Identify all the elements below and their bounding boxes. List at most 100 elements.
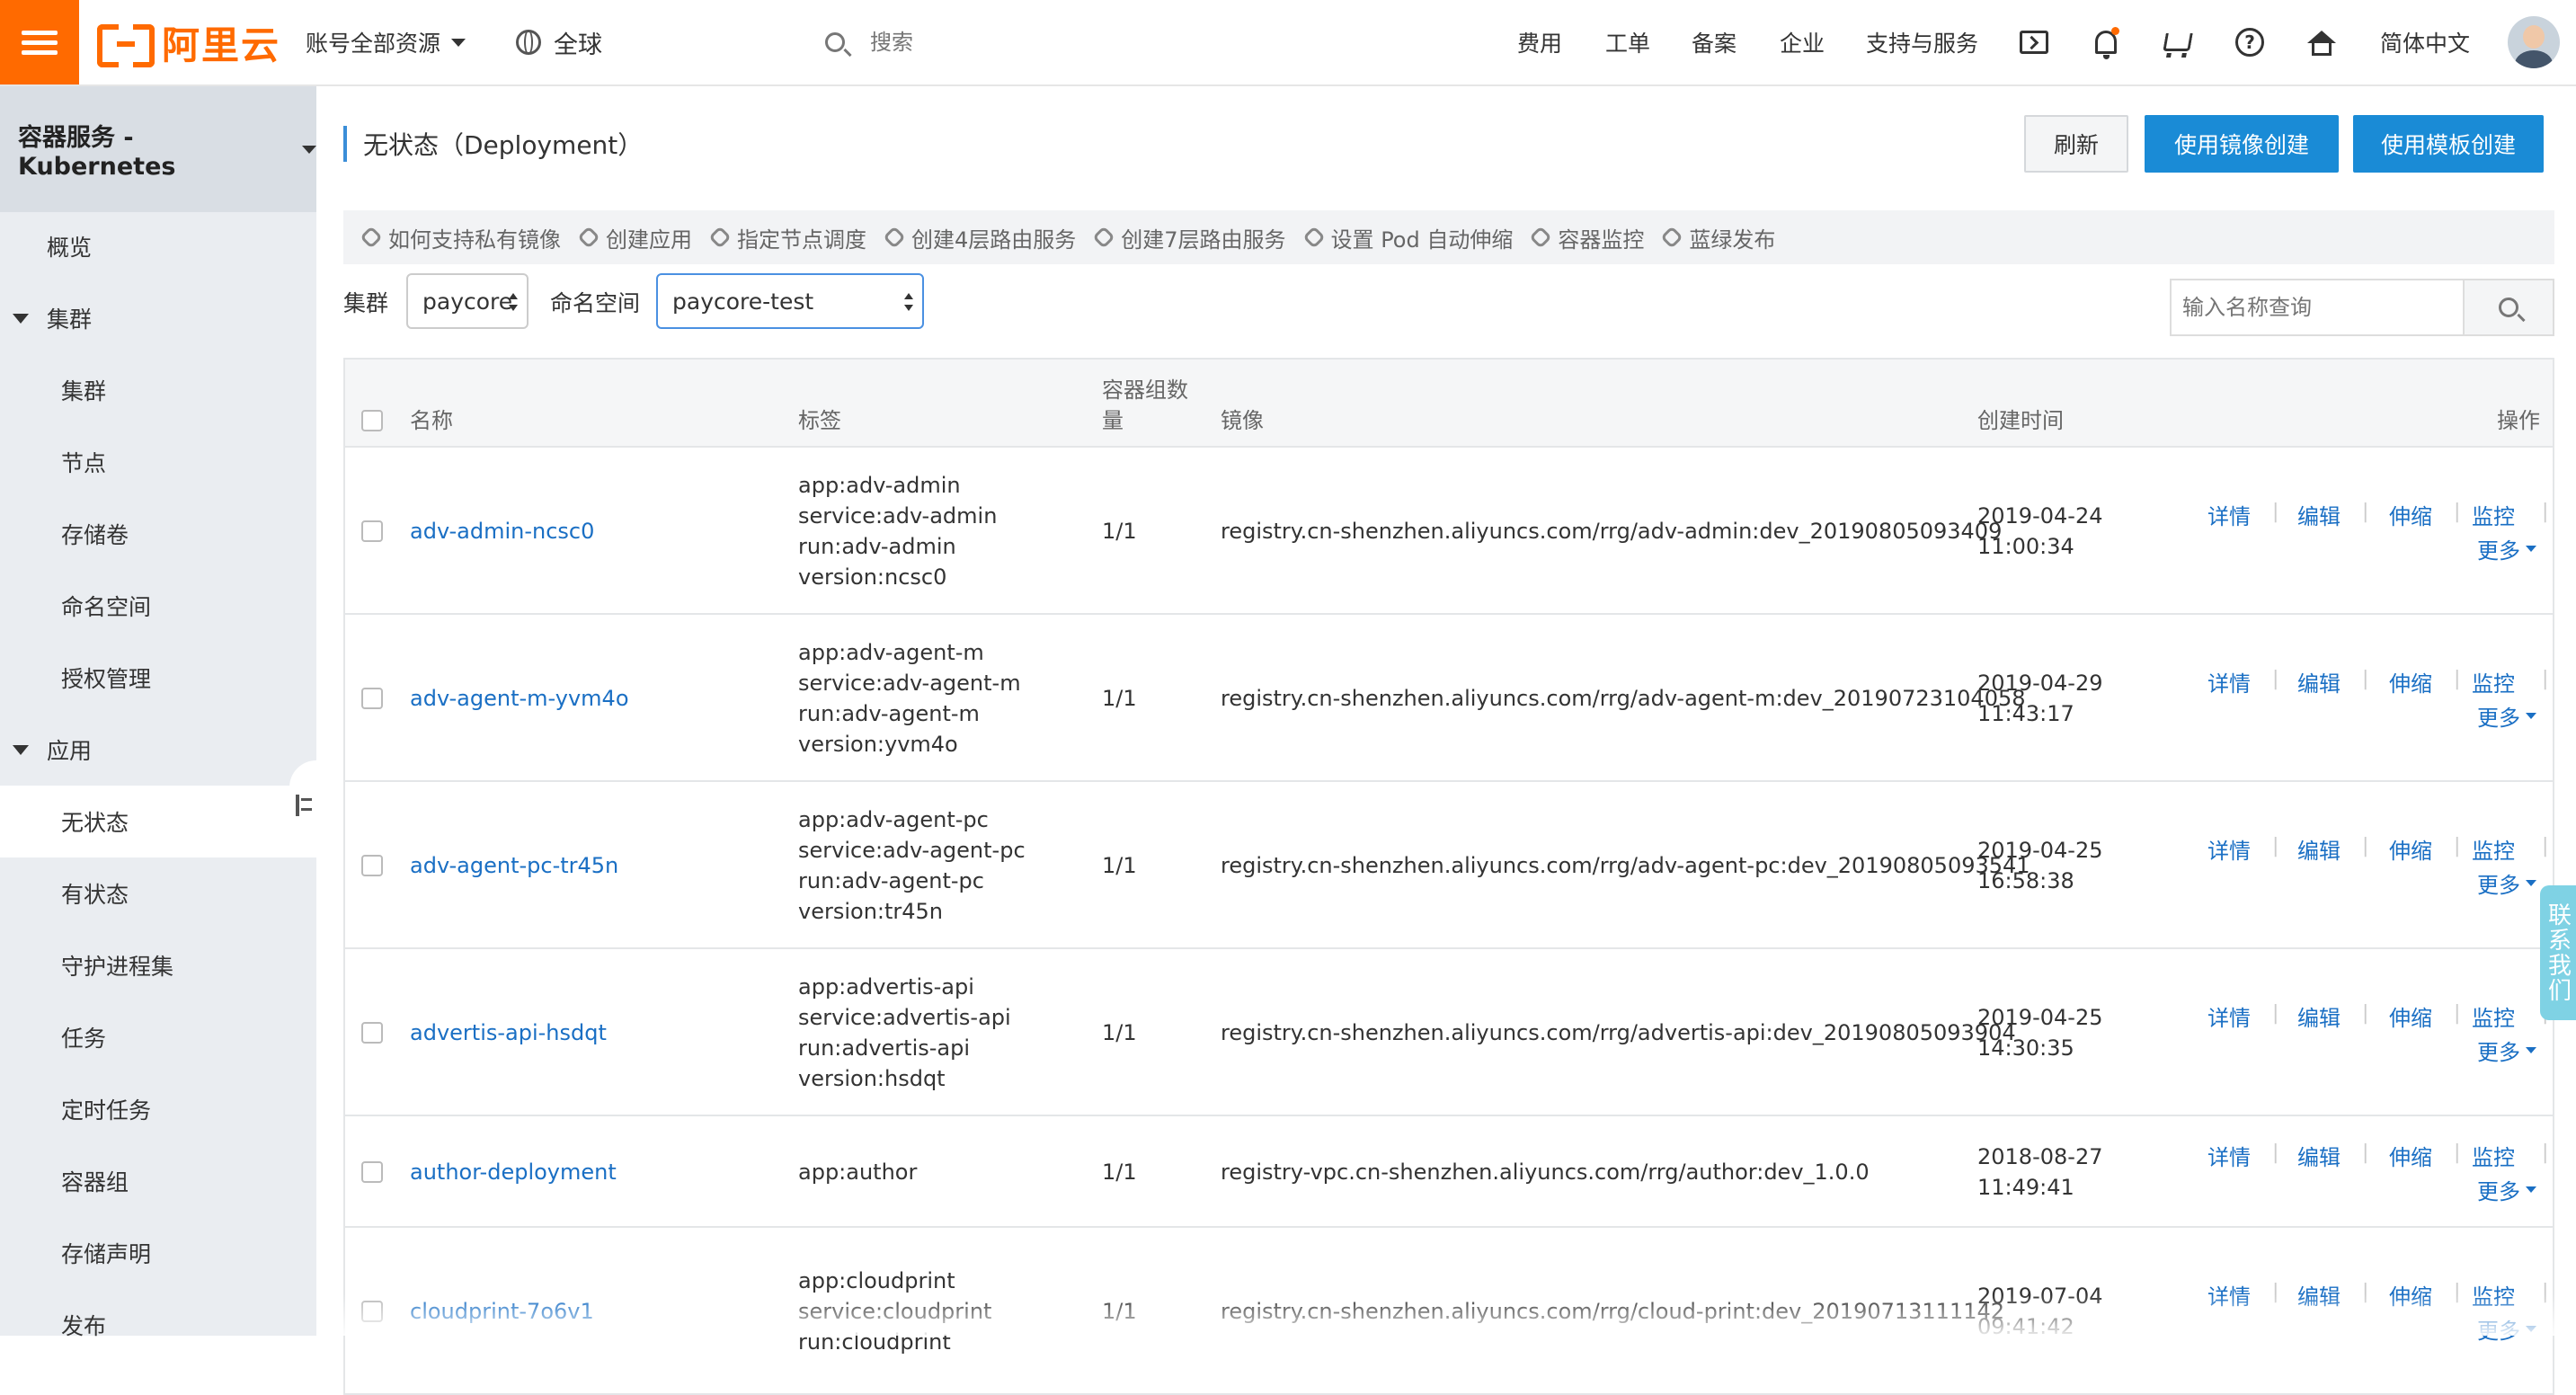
nav-enterprise[interactable]: 企业 [1780,0,1825,84]
help-link-blue-green[interactable]: 蓝绿发布 [1660,222,1775,253]
hamburger-menu-button[interactable] [0,0,79,84]
details-link[interactable]: 详情 [2207,1140,2251,1171]
scale-link[interactable]: 伸缩 [2389,499,2432,530]
row-checkbox[interactable] [361,1022,383,1044]
header-actions: 操作 [2497,408,2540,433]
sidebar-item-volumes[interactable]: 存储卷 [0,498,316,570]
pod-count: 1/1 [1102,1020,1137,1045]
monitor-link[interactable]: 监控 [2472,1140,2515,1171]
sidebar-item-namespaces[interactable]: 命名空间 [0,570,316,642]
sidebar-item-release[interactable]: 发布 [0,1289,316,1361]
monitor-link[interactable]: 监控 [2472,499,2515,530]
scale-link[interactable]: 伸缩 [2389,1000,2432,1032]
create-from-template-button[interactable]: 使用模板创建 [2353,115,2544,173]
sidebar-item-pvcs[interactable]: 存储声明 [0,1217,316,1289]
scale-link[interactable]: 伸缩 [2389,833,2432,865]
sidebar-item-statefulsets[interactable]: 有状态 [0,857,316,929]
action-separator: | [2362,1142,2369,1164]
sidebar-item-overview[interactable]: 概览 [0,210,316,282]
more-actions-dropdown[interactable]: 更多 [2477,700,2536,732]
link-icon [1660,226,1684,249]
help-link-l4-service[interactable]: 创建4层路由服务 [883,222,1076,253]
table-row: author-deployment app:author 1/1 registry-v… [343,1116,2554,1228]
product-switcher[interactable]: 容器服务 - Kubernetes [0,86,316,212]
help-link-autoscaling[interactable]: 设置 Pod 自动伸缩 [1301,222,1513,253]
label-tag: service:adv-admin [798,503,998,529]
create-from-image-button[interactable]: 使用镜像创建 [2145,115,2339,173]
nav-icp[interactable]: 备案 [1692,0,1737,84]
sidebar-group-application[interactable]: 应用 [0,714,316,786]
monitor-link[interactable]: 监控 [2472,666,2515,698]
language-selector[interactable]: 简体中文 [2380,0,2470,84]
edit-link[interactable]: 编辑 [2297,1140,2341,1171]
more-actions-dropdown[interactable]: 更多 [2477,1174,2536,1205]
help-link-node-scheduling[interactable]: 指定节点调度 [708,222,866,253]
help-link-create-app[interactable]: 创建应用 [577,222,692,253]
row-checkbox[interactable] [361,1161,383,1183]
cloud-shell-button[interactable] [2017,25,2051,59]
row-checkbox[interactable] [361,688,383,709]
refresh-button[interactable]: 刷新 [2024,115,2128,173]
row-checkbox[interactable] [361,855,383,876]
more-actions-dropdown[interactable]: 更多 [2477,533,2536,564]
sidebar-item-nodes[interactable]: 节点 [0,426,316,498]
details-link[interactable]: 详情 [2207,833,2251,865]
more-actions-dropdown[interactable]: 更多 [2477,1035,2536,1066]
details-link[interactable]: 详情 [2207,666,2251,698]
help-link-l7-service[interactable]: 创建7层路由服务 [1092,222,1286,253]
name-search-input[interactable] [2170,279,2465,336]
terminal-icon [2020,31,2048,54]
help-button[interactable]: ? [2233,25,2267,59]
home-button[interactable] [2305,25,2339,59]
scale-link[interactable]: 伸缩 [2389,1140,2432,1171]
deployment-name-link[interactable]: author-deployment [410,1157,617,1187]
monitor-link[interactable]: 监控 [2472,833,2515,865]
sidebar-item-deployments[interactable]: 无状态 [0,786,316,857]
nav-support[interactable]: 支持与服务 [1866,0,1978,84]
contact-us-tab[interactable]: 联系我们 [2540,885,2576,1020]
cart-button[interactable] [2161,25,2195,59]
sidebar-item-authorization[interactable]: 授权管理 [0,642,316,714]
select-all-checkbox[interactable] [361,410,383,431]
deployment-name-link[interactable]: advertis-api-hsdqt [410,1017,607,1048]
nav-tickets[interactable]: 工单 [1605,0,1650,84]
nav-billing[interactable]: 费用 [1517,0,1562,84]
edit-link[interactable]: 编辑 [2297,499,2341,530]
scroll-fade [316,1294,2576,1336]
sidebar-item-cronjobs[interactable]: 定时任务 [0,1073,316,1145]
name-search-button[interactable] [2463,279,2554,336]
more-label: 更多 [2477,1179,2520,1204]
cluster-select[interactable]: paycore [406,273,529,329]
sidebar-item-clusters[interactable]: 集群 [0,354,316,426]
scale-link[interactable]: 伸缩 [2389,666,2432,698]
edit-link[interactable]: 编辑 [2297,666,2341,698]
deployment-name-link[interactable]: adv-agent-pc-tr45n [410,850,618,881]
monitor-link[interactable]: 监控 [2472,1000,2515,1032]
details-link[interactable]: 详情 [2207,1000,2251,1032]
more-actions-dropdown[interactable]: 更多 [2477,867,2536,899]
more-label: 更多 [2477,1040,2520,1065]
namespace-select[interactable]: paycore-test [656,273,924,329]
avatar[interactable] [2508,16,2560,68]
image-path: registry.cn-shenzhen.aliyuncs.com/rrg/ad… [1221,519,2003,544]
edit-link[interactable]: 编辑 [2297,833,2341,865]
help-link-private-image[interactable]: 如何支持私有镜像 [360,222,561,253]
sidebar-item-jobs[interactable]: 任务 [0,1001,316,1073]
global-search-input[interactable] [868,29,1249,56]
created-date: 2018-08-27 [1977,1144,2103,1169]
details-link[interactable]: 详情 [2207,499,2251,530]
sidebar-collapse-toggle[interactable] [289,760,316,850]
global-search[interactable] [825,20,1275,65]
notifications-button[interactable] [2089,25,2123,59]
deployment-name-link[interactable]: adv-agent-m-yvm4o [410,683,629,714]
sidebar-item-pods[interactable]: 容器组 [0,1145,316,1217]
deployment-name-link[interactable]: adv-admin-ncsc0 [410,516,594,546]
edit-link[interactable]: 编辑 [2297,1000,2341,1032]
help-link-monitoring[interactable]: 容器监控 [1529,222,1644,253]
aliyun-logo[interactable]: 阿里云 [97,16,280,68]
sidebar-item-daemonsets[interactable]: 守护进程集 [0,929,316,1001]
row-checkbox[interactable] [361,520,383,542]
sidebar-group-cluster[interactable]: 集群 [0,282,316,354]
resources-dropdown[interactable]: 账号全部资源 [306,0,466,84]
region-selector[interactable]: 全球 [516,0,602,84]
